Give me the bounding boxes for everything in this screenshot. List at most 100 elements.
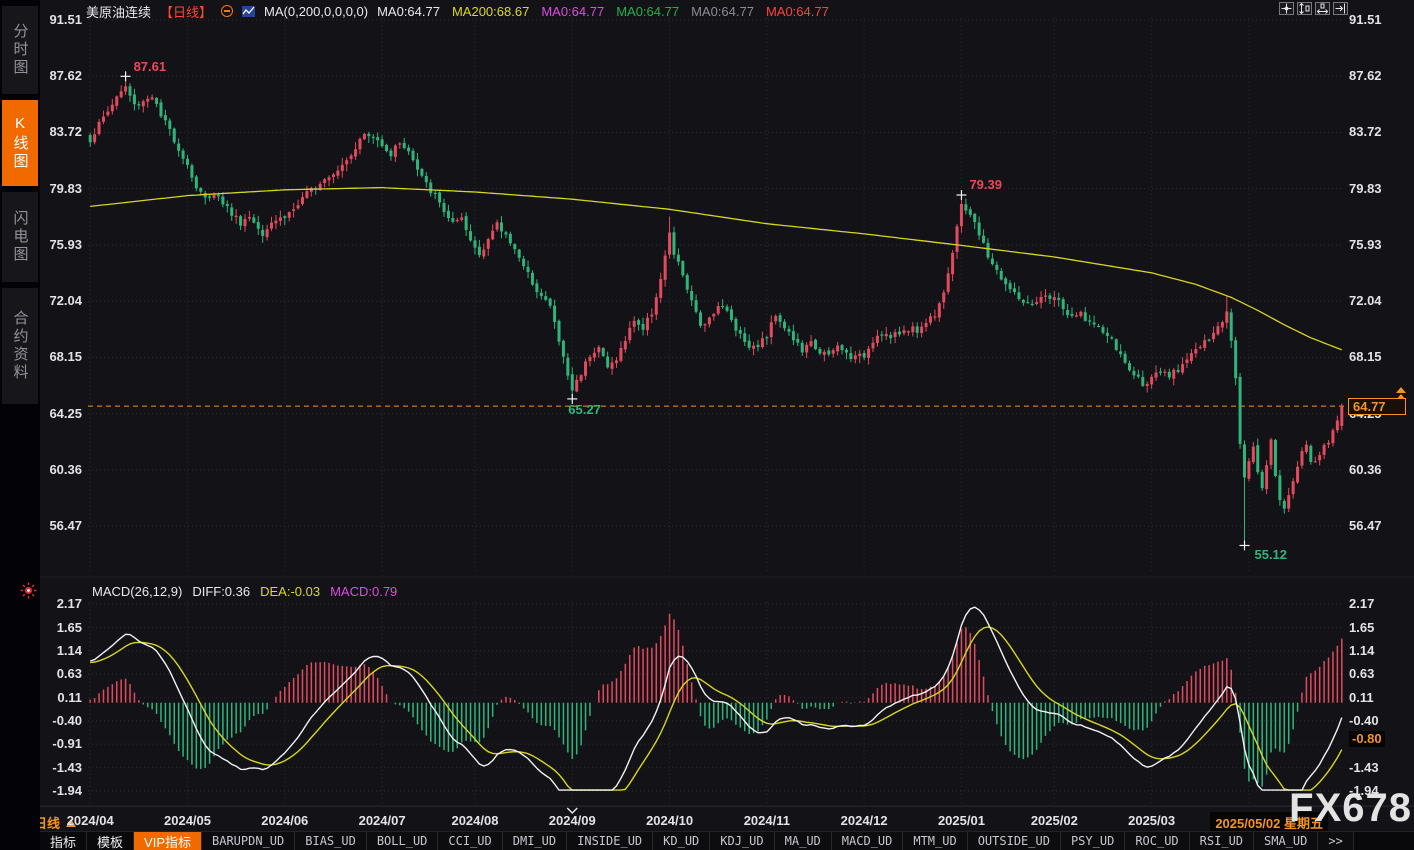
toolbar-tab-8[interactable]: DMI_UD (503, 832, 567, 850)
toolbar-tab-5[interactable]: BIAS_UD (295, 832, 367, 850)
toolbar-tab-4[interactable]: BARUPDN_UD (202, 832, 295, 850)
ma-value-1: MA0:64.77 (377, 4, 440, 19)
toolbar-tab-17[interactable]: ROC_UD (1125, 832, 1189, 850)
time-tick-9: 2024/12 (841, 813, 888, 828)
ma-values: MA0:64.77 MA200:68.67 MA0:64.77 MA0:64.77 MA… (377, 4, 829, 19)
price-tick-left-1: 91.51 (49, 12, 82, 28)
macd-tick-right-4: 0.63 (1349, 666, 1374, 682)
toolbar-more-button[interactable]: >> (1318, 832, 1353, 850)
price-tick-left-2: 87.62 (49, 68, 82, 84)
price-tick-left-6: 72.04 (49, 293, 82, 309)
price-tick-left-4: 79.83 (49, 181, 82, 197)
macd-tick-left-7: -0.91 (52, 736, 82, 752)
macd-tick-left-3: 1.14 (57, 643, 82, 659)
price-tick-right-10: 56.47 (1349, 518, 1382, 534)
time-tick-2: 2024/05 (164, 813, 211, 828)
price-tick-right-9: 60.36 (1349, 462, 1382, 478)
x-scale-icon[interactable] (1315, 2, 1330, 15)
toolbar-tab-3[interactable]: VIP指标 (134, 832, 202, 850)
price-tick-left-3: 83.72 (49, 124, 82, 140)
ma-value-4: MA0:64.77 (616, 4, 679, 19)
macd-tick-left-8: -1.43 (52, 760, 82, 776)
toolbar-tab-18[interactable]: RSI_UD (1190, 832, 1254, 850)
toolbar-tab-15[interactable]: OUTSIDE_UD (968, 832, 1061, 850)
macd-diff-value: DIFF:0.36 (192, 584, 250, 599)
toolbar-tab-10[interactable]: KD_UD (653, 832, 710, 850)
toolbar-tab-6[interactable]: BOLL_UD (367, 832, 439, 850)
price-annotation-55.12: 55.12 (1254, 547, 1287, 562)
toolbar-tab-1[interactable]: 指标 (40, 832, 87, 850)
toolbar-tab-13[interactable]: MACD_UD (832, 832, 904, 850)
price-tick-left-9: 60.36 (49, 462, 82, 478)
price-tick-left-10: 56.47 (49, 518, 82, 534)
price-chart-canvas[interactable] (0, 0, 1414, 850)
toolbar-tab-16[interactable]: PSY_UD (1061, 832, 1125, 850)
price-tick-right-2: 87.62 (1349, 68, 1382, 84)
indicator-marker-icon[interactable] (20, 582, 37, 599)
price-tick-right-1: 91.51 (1349, 12, 1382, 28)
sidebar-tab-1[interactable]: 分时图 (2, 6, 38, 94)
symbol-name: 美原油连续 (86, 2, 151, 21)
macd-current-value-tag: -0.80 (1349, 731, 1385, 747)
macd-tick-left-1: 2.17 (57, 596, 82, 612)
ma-value-5: MA0:64.77 (691, 4, 754, 19)
time-tick-11: 2025/02 (1031, 813, 1078, 828)
price-axis-left: 91.51 87.62 83.72 79.83 75.93 72.04 68.15 64.25… (40, 0, 84, 850)
price-tick-left-7: 68.15 (49, 349, 82, 365)
time-tick-10: 2025/01 (938, 813, 985, 828)
mini-chart-icon[interactable] (242, 5, 255, 18)
pan-right-icon[interactable] (1333, 2, 1348, 15)
price-tick-left-8: 64.25 (49, 406, 82, 422)
left-sidebar: 分时图 K线图闪电图合约资料 (0, 0, 40, 850)
app-window: 分时图 K线图闪电图合约资料 美原油连续 【日线】 MA(0,200,0,0,0,… (0, 0, 1414, 850)
price-axis-right[interactable]: 91.5187.6283.7279.8375.9372.0468.1564.25… (1349, 0, 1413, 850)
macd-dea-value: DEA:-0.03 (260, 584, 320, 599)
sidebar-tab-2[interactable]: K线图 (2, 100, 38, 186)
toolbar-tab-7[interactable]: CCI_UD (438, 832, 502, 850)
macd-tick-right-8: -1.43 (1349, 760, 1379, 776)
time-tick-7: 2024/10 (646, 813, 693, 828)
macd-tick-right-5: 0.11 (1349, 690, 1374, 706)
macd-title: MACD(26,12,9) (92, 584, 182, 599)
last-price-tag: 64.77 (1348, 398, 1406, 415)
macd-tick-right-3: 1.14 (1349, 643, 1374, 659)
collapse-indicator-icon[interactable] (221, 5, 233, 17)
toolbar-tab-12[interactable]: MA_UD (775, 832, 832, 850)
price-annotation-65.27: 65.27 (568, 402, 601, 417)
time-tick-1: 2024/04 (67, 813, 114, 828)
y-scale-icon[interactable] (1297, 2, 1312, 15)
time-tick-4: 2024/07 (359, 813, 406, 828)
time-axis[interactable]: 日线 2024/042024/052024/062024/072024/0820… (40, 806, 1414, 831)
ma-settings-label: MA(0,200,0,0,0,0) (264, 4, 368, 19)
macd-tick-left-9: -1.94 (52, 783, 82, 799)
toolbar-tab-19[interactable]: SMA_UD (1254, 832, 1318, 850)
sidebar-tab-4[interactable]: 合约资料 (2, 288, 38, 404)
fx678-watermark: FX678 (1289, 786, 1412, 831)
price-tick-left-5: 75.93 (49, 237, 82, 253)
toolbar-tab-11[interactable]: KDJ_UD (710, 832, 774, 850)
chart-header: 美原油连续 【日线】 MA(0,200,0,0,0,0) MA0:64.77MA… (86, 2, 829, 20)
ma-value-3: MA0:64.77 (541, 4, 604, 19)
price-tick-right-3: 83.72 (1349, 124, 1382, 140)
time-tick-3: 2024/06 (261, 813, 308, 828)
price-annotation-79.39: 79.39 (969, 177, 1002, 192)
time-tick-12: 2025/03 (1128, 813, 1175, 828)
sidebar-tab-3[interactable]: 闪电图 (2, 192, 38, 282)
chart-tool-buttons (1279, 2, 1348, 15)
macd-tick-right-1: 2.17 (1349, 596, 1374, 612)
toolbar-tab-14[interactable]: MTM_UD (903, 832, 967, 850)
macd-tick-right-6: -0.40 (1349, 713, 1379, 729)
macd-macd-value: MACD:0.79 (330, 584, 397, 599)
macd-tick-right-2: 1.65 (1349, 620, 1374, 636)
price-tick-right-4: 79.83 (1349, 181, 1382, 197)
macd-tick-left-6: -0.40 (52, 713, 82, 729)
time-tick-5: 2024/08 (451, 813, 498, 828)
price-tick-right-5: 75.93 (1349, 237, 1382, 253)
toolbar-tab-9[interactable]: INSIDE_UD (567, 832, 653, 850)
move-icon[interactable] (1279, 2, 1294, 15)
ma-value-6: MA0:64.77 (766, 4, 829, 19)
price-tick-right-7: 68.15 (1349, 349, 1382, 365)
toolbar-tab-2[interactable]: 模板 (87, 832, 134, 850)
ma-value-2: MA200:68.67 (452, 4, 529, 19)
price-tick-right-6: 72.04 (1349, 293, 1382, 309)
